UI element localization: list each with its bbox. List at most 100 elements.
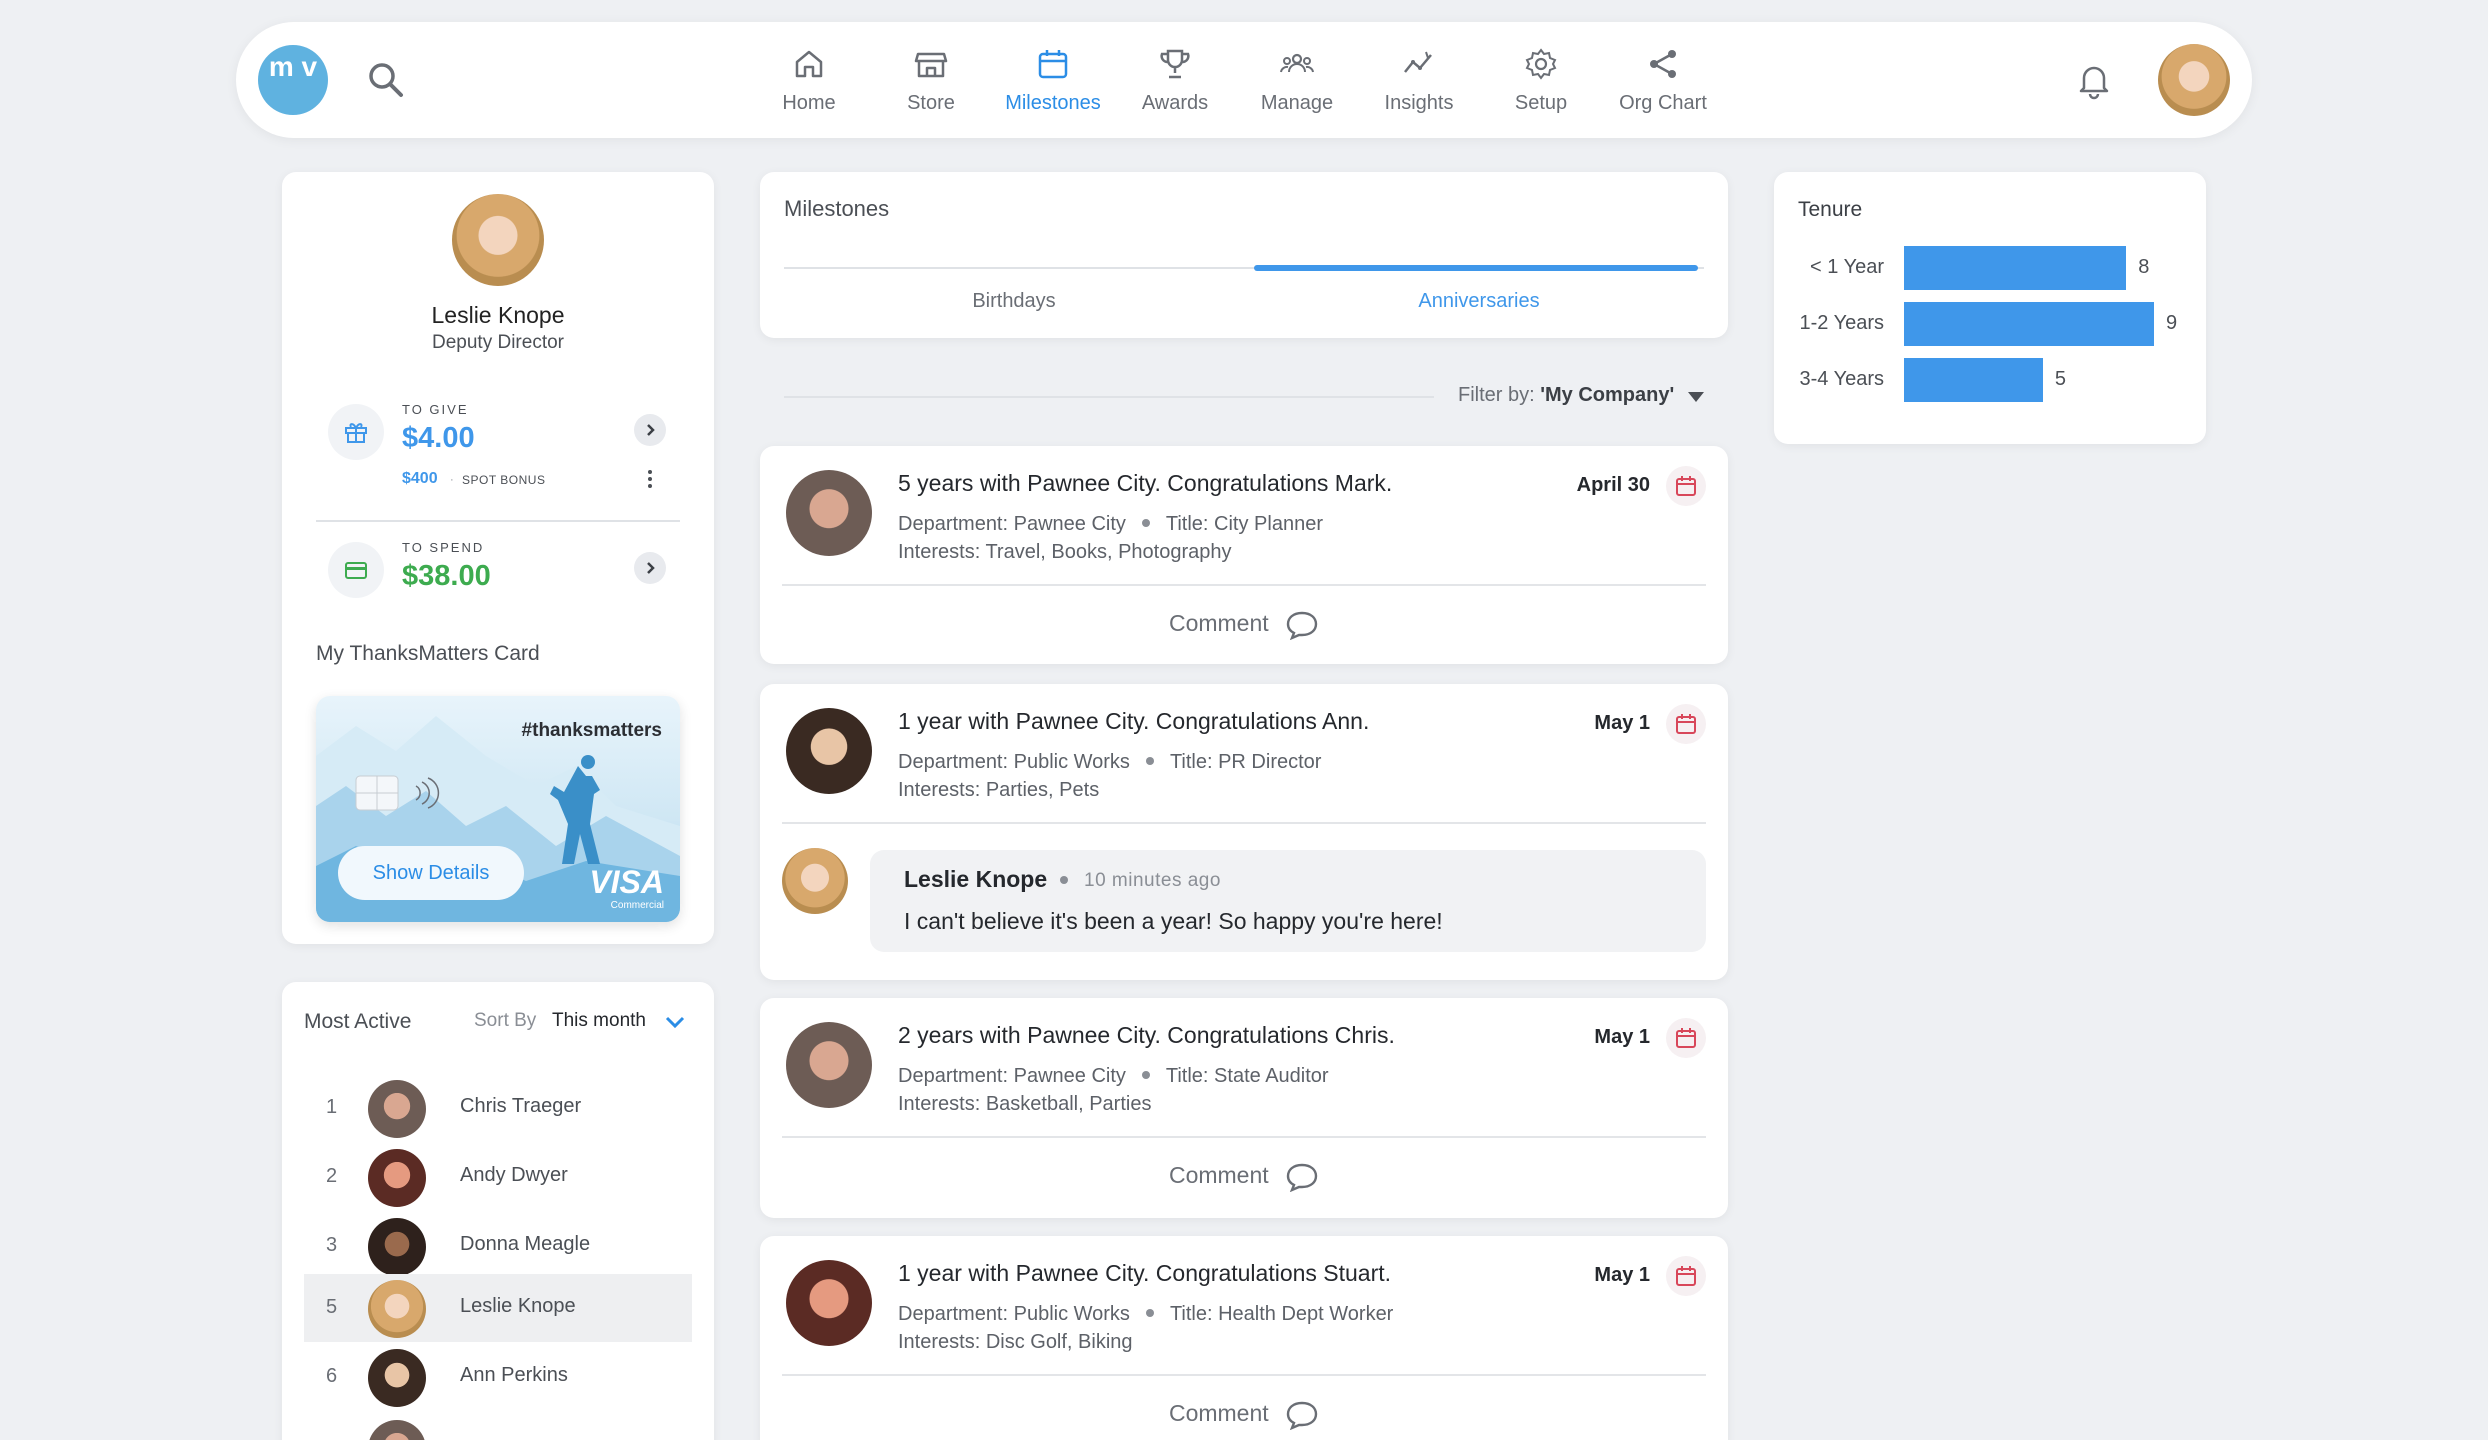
list-item[interactable]: 2 Andy Dwyer bbox=[304, 1143, 692, 1211]
member-name: Ann Perkins bbox=[460, 1364, 568, 1386]
to-give-amount: $4.00 bbox=[402, 422, 475, 454]
post-date: April 30 bbox=[1576, 474, 1650, 496]
gift-icon bbox=[345, 423, 367, 443]
nav-awards[interactable]: Awards bbox=[1115, 40, 1235, 120]
top-navigation-bar: m v Home Store Milestones Awards Manage … bbox=[236, 22, 2252, 138]
nav-store-label: Store bbox=[907, 92, 955, 114]
post-interests: Interests: Travel, Books, Photography bbox=[898, 541, 1232, 563]
separator-dot bbox=[1141, 1071, 1150, 1080]
list-item[interactable]: 1 Chris Traeger bbox=[304, 1074, 692, 1142]
nav-store[interactable]: Store bbox=[871, 40, 991, 120]
avatar-partial bbox=[368, 1420, 426, 1440]
rank: 6 bbox=[326, 1365, 338, 1387]
milestone-post: 2 years with Pawnee City. Congratulation… bbox=[760, 998, 1728, 1218]
separator-dot bbox=[1060, 876, 1068, 884]
spot-bonus-amount: $400 bbox=[402, 470, 438, 487]
nav-home[interactable]: Home bbox=[749, 40, 869, 120]
calendar-icon bbox=[1676, 1028, 1696, 1048]
nav-insights[interactable]: Insights bbox=[1359, 40, 1479, 120]
nav-home-label: Home bbox=[782, 92, 836, 114]
bell-icon[interactable] bbox=[2074, 60, 2114, 100]
comment-time: 10 minutes ago bbox=[1084, 870, 1221, 891]
to-give-chevron-button[interactable] bbox=[634, 414, 666, 446]
calendar-icon bbox=[1676, 714, 1696, 734]
calendar-icon bbox=[1676, 1266, 1696, 1286]
nav-org-chart[interactable]: Org Chart bbox=[1603, 40, 1723, 120]
avatar bbox=[786, 1022, 872, 1108]
commenter-avatar bbox=[782, 848, 848, 914]
list-item-selected[interactable]: 5 Leslie Knope bbox=[304, 1274, 692, 1342]
comment-button[interactable]: Comment bbox=[760, 610, 1728, 641]
member-name: Donna Meagle bbox=[460, 1233, 591, 1255]
member-name: Leslie Knope bbox=[460, 1295, 576, 1317]
sort-dropdown[interactable]: This month bbox=[552, 1010, 646, 1032]
post-interests: Interests: Disc Golf, Biking bbox=[898, 1331, 1133, 1353]
caret-down-icon[interactable] bbox=[1686, 390, 1706, 404]
calendar-button[interactable] bbox=[1666, 466, 1706, 506]
milestones-header-card: Milestones Birthdays Anniversaries bbox=[760, 172, 1728, 338]
calendar-button[interactable] bbox=[1666, 1256, 1706, 1296]
post-job-title: Title: City Planner bbox=[1165, 513, 1323, 535]
post-date: May 1 bbox=[1594, 1264, 1650, 1286]
post-meta: Department: Public Works Title: PR Direct… bbox=[898, 748, 1321, 804]
chevron-right-icon bbox=[647, 562, 655, 574]
profile-divider bbox=[316, 520, 680, 522]
speech-bubble-icon bbox=[1286, 1163, 1318, 1193]
speech-bubble-icon bbox=[1286, 1401, 1318, 1431]
to-spend-chevron-button[interactable] bbox=[634, 552, 666, 584]
credit-card-icon bbox=[345, 562, 367, 579]
chevron-down-icon[interactable] bbox=[664, 1014, 686, 1030]
separator-dot bbox=[1145, 757, 1154, 766]
tab-birthdays-label: Birthdays bbox=[972, 290, 1056, 312]
profile-title: Deputy Director bbox=[432, 332, 564, 353]
most-active-card: Most Active Sort By This month 1 Chris T… bbox=[282, 982, 714, 1440]
post-divider bbox=[782, 584, 1706, 586]
nav-insights-label: Insights bbox=[1384, 92, 1454, 114]
member-name: Chris Traeger bbox=[460, 1095, 582, 1117]
avatar bbox=[368, 1218, 426, 1276]
list-item[interactable]: 3 Donna Meagle bbox=[304, 1212, 692, 1280]
comment-author[interactable]: Leslie Knope bbox=[904, 866, 1047, 893]
comment-button[interactable]: Comment bbox=[760, 1400, 1728, 1431]
tab-birthdays[interactable]: Birthdays bbox=[784, 290, 1244, 313]
more-vertical-icon[interactable] bbox=[644, 468, 656, 490]
nav-awards-label: Awards bbox=[1141, 92, 1209, 114]
app-logo[interactable]: m v bbox=[258, 45, 328, 115]
tab-anniversaries[interactable]: Anniversaries bbox=[1254, 290, 1704, 313]
member-name: Andy Dwyer bbox=[460, 1164, 568, 1186]
comment-button[interactable]: Comment bbox=[760, 1162, 1728, 1193]
tenure-value: 8 bbox=[2138, 256, 2150, 278]
tab-anniversaries-label: Anniversaries bbox=[1418, 290, 1540, 312]
spot-bonus-label: SPOT BONUS bbox=[462, 473, 546, 487]
card-heading: My ThanksMatters Card bbox=[316, 642, 540, 665]
filter-label: Filter by: bbox=[1458, 384, 1535, 406]
profile-card: Leslie Knope Deputy Director TO GIVE $4.… bbox=[282, 172, 714, 944]
filter-value: 'My Company' bbox=[1540, 384, 1675, 406]
calendar-button[interactable] bbox=[1666, 1018, 1706, 1058]
comment-label: Comment bbox=[1168, 1162, 1269, 1189]
nav-setup[interactable]: Setup bbox=[1481, 40, 1601, 120]
speech-bubble-icon bbox=[1286, 611, 1318, 641]
filter-dropdown[interactable]: Filter by: 'My Company' bbox=[1458, 384, 1674, 407]
rank: 5 bbox=[326, 1296, 338, 1318]
post-date: May 1 bbox=[1594, 712, 1650, 734]
post-job-title: Title: PR Director bbox=[1169, 751, 1322, 773]
tenure-bar bbox=[1904, 302, 2154, 346]
tenure-title: Tenure bbox=[1798, 198, 1863, 221]
nav-milestones[interactable]: Milestones bbox=[993, 40, 1113, 120]
rank: 2 bbox=[326, 1165, 338, 1187]
post-department: Department: Public Works bbox=[898, 751, 1130, 773]
rank: 1 bbox=[326, 1096, 338, 1118]
user-avatar[interactable] bbox=[2158, 44, 2230, 116]
post-divider bbox=[782, 822, 1706, 824]
post-job-title: Title: State Auditor bbox=[1165, 1065, 1329, 1087]
nav-manage[interactable]: Manage bbox=[1237, 40, 1357, 120]
chevron-right-icon bbox=[647, 424, 655, 436]
list-item[interactable]: 6 Ann Perkins bbox=[304, 1343, 692, 1411]
tenure-label: < 1 Year bbox=[1810, 256, 1884, 278]
show-details-button[interactable]: Show Details bbox=[338, 846, 524, 900]
search-icon[interactable] bbox=[366, 60, 406, 100]
calendar-button[interactable] bbox=[1666, 704, 1706, 744]
nav-milestones-label: Milestones bbox=[1005, 92, 1101, 114]
comment-text: I can't believe it's been a year! So hap… bbox=[904, 908, 1443, 934]
